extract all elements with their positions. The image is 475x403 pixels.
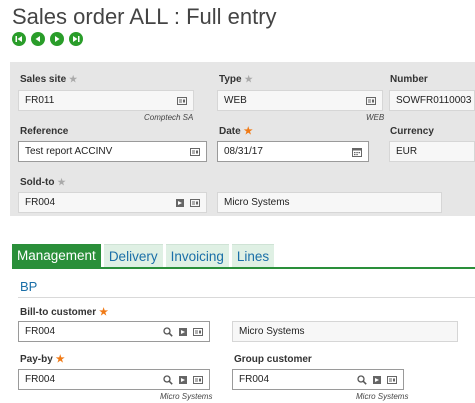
date-value: 08/31/17 — [224, 146, 263, 157]
tab-bar: Management Delivery Invoicing Lines — [12, 244, 275, 267]
sales-site-description: Comptech SA — [144, 113, 194, 122]
type-field[interactable]: WEB — [217, 90, 383, 111]
jump-to-icon[interactable] — [175, 198, 185, 208]
previous-icon[interactable] — [31, 32, 45, 46]
date-label: Date ★ — [219, 126, 253, 137]
group-customer-field[interactable]: FR004 — [232, 369, 404, 390]
reference-label-text: Reference — [20, 126, 69, 137]
search-icon[interactable] — [163, 374, 173, 385]
number-field[interactable]: SOWFR0110003 — [389, 90, 475, 111]
group-customer-description: Micro Systems — [356, 392, 409, 401]
pay-by-value: FR004 — [25, 374, 56, 385]
pay-by-field[interactable]: FR004 — [18, 369, 210, 390]
card-icon[interactable] — [193, 327, 203, 337]
sold-to-value: FR004 — [25, 197, 56, 208]
sold-to-name: Micro Systems — [224, 197, 290, 208]
sold-to-label: Sold-to ★ — [20, 177, 66, 188]
reference-label: Reference — [20, 126, 68, 137]
search-icon[interactable] — [357, 374, 367, 385]
pay-by-label: Pay-by ★ — [20, 354, 65, 365]
sales-site-label-text: Sales site — [20, 74, 67, 85]
type-label: Type ★ — [219, 74, 253, 85]
next-icon[interactable] — [50, 32, 64, 46]
group-customer-label: Group customer — [234, 354, 312, 365]
tab-underline — [12, 267, 475, 269]
tab-management[interactable]: Management — [12, 244, 101, 267]
calendar-icon[interactable] — [352, 147, 362, 157]
jump-to-icon[interactable] — [178, 375, 188, 385]
currency-label-text: Currency — [390, 126, 434, 137]
type-description: WEB — [366, 113, 385, 122]
record-navigation — [12, 32, 83, 46]
type-value: WEB — [224, 95, 247, 106]
bill-to-label: Bill-to customer ★ — [20, 307, 108, 318]
last-icon[interactable] — [69, 32, 83, 46]
sales-site-value: FR011 — [25, 95, 55, 106]
tab-lines[interactable]: Lines — [231, 244, 275, 267]
bill-to-name: Micro Systems — [239, 326, 305, 337]
type-label-text: Type — [219, 74, 242, 85]
currency-label: Currency — [390, 126, 434, 137]
optional-star-icon: ★ — [69, 74, 78, 84]
first-icon[interactable] — [12, 32, 26, 46]
date-field[interactable]: 08/31/17 — [217, 141, 369, 162]
section-title-bp: BP — [20, 279, 38, 294]
number-value: SOWFR0110003 — [396, 95, 472, 106]
card-icon[interactable] — [366, 96, 376, 106]
date-label-text: Date — [219, 126, 241, 137]
sold-to-field[interactable]: FR004 — [18, 192, 207, 213]
page-title: Sales order ALL : Full entry — [12, 4, 277, 29]
reference-field[interactable]: Test report ACCINV — [18, 141, 207, 162]
pay-by-description: Micro Systems — [160, 392, 213, 401]
reference-value: Test report ACCINV — [25, 146, 113, 157]
card-icon[interactable] — [190, 147, 200, 157]
group-customer-value: FR004 — [239, 374, 270, 385]
optional-star-icon: ★ — [244, 74, 253, 84]
card-icon[interactable] — [177, 96, 187, 106]
bill-to-field[interactable]: FR004 — [18, 321, 210, 342]
card-icon[interactable] — [190, 198, 200, 208]
required-star-icon: ★ — [55, 354, 65, 365]
number-label: Number — [390, 74, 428, 85]
card-icon[interactable] — [387, 375, 397, 385]
currency-value: EUR — [396, 146, 418, 157]
search-icon[interactable] — [163, 326, 173, 337]
jump-to-icon[interactable] — [372, 375, 382, 385]
section-divider — [18, 297, 475, 298]
optional-star-icon: ★ — [57, 177, 66, 187]
bill-to-value: FR004 — [25, 326, 56, 337]
currency-field[interactable]: EUR — [389, 141, 475, 162]
card-icon[interactable] — [193, 375, 203, 385]
sold-to-label-text: Sold-to — [20, 177, 55, 188]
number-label-text: Number — [390, 74, 428, 85]
jump-to-icon[interactable] — [178, 327, 188, 337]
bill-to-name-field: Micro Systems — [232, 321, 458, 342]
bill-to-label-text: Bill-to customer — [20, 307, 97, 318]
tab-invoicing[interactable]: Invoicing — [165, 244, 229, 267]
sales-site-label: Sales site ★ — [20, 74, 77, 85]
sales-site-field[interactable]: FR011 — [18, 90, 194, 111]
tab-delivery[interactable]: Delivery — [103, 244, 163, 267]
pay-by-label-text: Pay-by — [20, 354, 53, 365]
required-star-icon: ★ — [243, 126, 253, 137]
sold-to-name-field: Micro Systems — [217, 192, 442, 213]
group-customer-label-text: Group customer — [234, 354, 312, 365]
required-star-icon: ★ — [99, 307, 109, 318]
